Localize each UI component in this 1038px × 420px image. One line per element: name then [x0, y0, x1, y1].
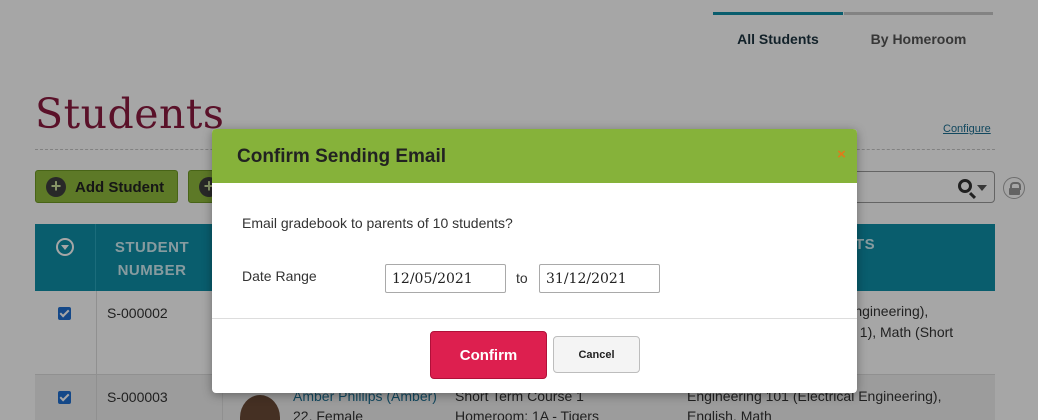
- date-to-field[interactable]: [539, 264, 660, 293]
- confirm-button[interactable]: Confirm: [430, 331, 547, 379]
- date-range-to-label: to: [516, 270, 528, 286]
- dialog-divider: [212, 318, 857, 319]
- dialog-header: Confirm Sending Email ×: [212, 129, 857, 183]
- dialog-title: Confirm Sending Email: [237, 146, 447, 167]
- close-icon[interactable]: ×: [836, 147, 847, 162]
- confirm-email-dialog: Confirm Sending Email × Email gradebook …: [212, 129, 857, 393]
- dialog-message: Email gradebook to parents of 10 student…: [242, 215, 513, 231]
- cancel-button[interactable]: Cancel: [553, 336, 640, 373]
- date-range-label: Date Range: [242, 268, 317, 284]
- date-from-field[interactable]: [385, 264, 506, 293]
